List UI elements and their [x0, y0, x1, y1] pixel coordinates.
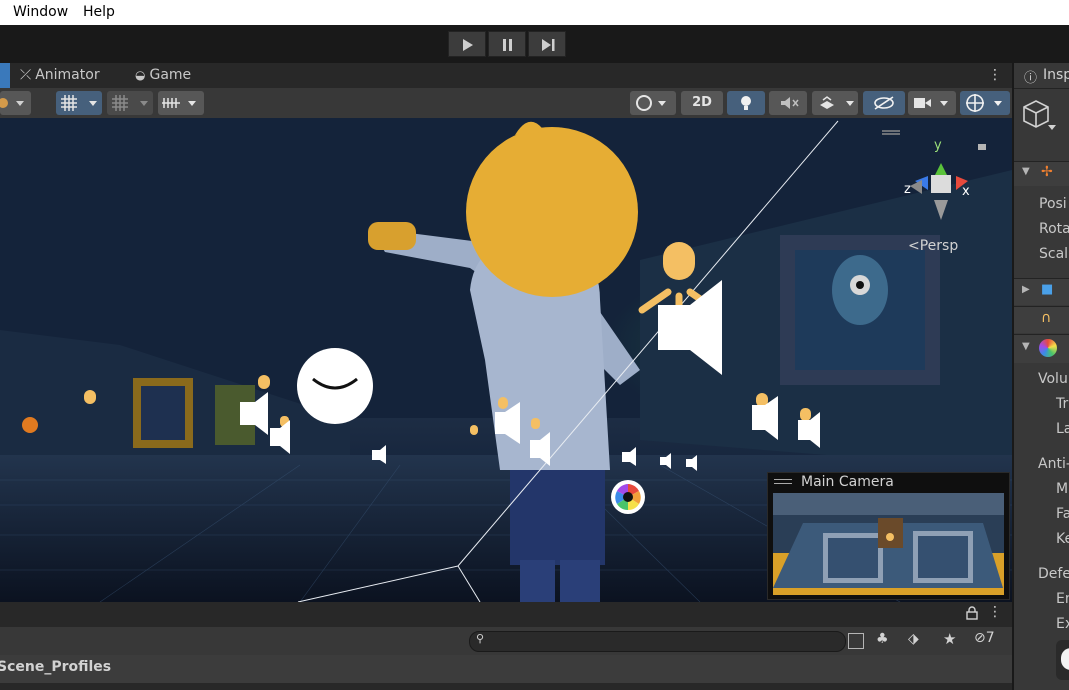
more-menu-icon[interactable]: ⋮: [988, 65, 1002, 85]
draw-mode-dropdown[interactable]: [0, 91, 31, 115]
chevron-down-icon: [0, 98, 24, 108]
headphones-icon: ∩: [1041, 310, 1052, 326]
open-window-icon[interactable]: [848, 633, 864, 649]
transform-position-label: Posi: [1039, 196, 1067, 212]
audio-listener-header[interactable]: ∩: [1014, 306, 1069, 333]
grid-snap-toggle[interactable]: [56, 91, 102, 115]
increment-snap-toggle[interactable]: [107, 91, 153, 115]
camera-preview-image: [773, 493, 1004, 595]
chevron-left-icon: <: [908, 238, 920, 254]
default-row-1: En: [1056, 591, 1069, 607]
2d-toggle[interactable]: 2D: [681, 91, 723, 115]
ruler-icon: [162, 98, 196, 108]
play-icon: [463, 39, 473, 51]
transform-axes-icon: ✢: [1041, 164, 1053, 180]
menu-help[interactable]: Help: [83, 4, 115, 20]
video-camera-icon: ■: [1041, 282, 1054, 297]
tag-icon[interactable]: ⬗: [908, 631, 919, 647]
layers-icon: [820, 96, 854, 109]
hierarchy-panel: ⋮ ⚲ ♣ ⬗ ★ ⊘7 Scene_Profiles: [0, 602, 1012, 690]
foldout-down-icon: ▼: [1022, 166, 1030, 177]
lighting-toggle[interactable]: [727, 91, 765, 115]
search-icon: ⚲: [476, 632, 485, 645]
eye-slash-icon: ⊘: [974, 630, 986, 646]
animator-icon: ⤫: [20, 67, 32, 83]
tab-inspector[interactable]: ⓘ Insp: [1014, 63, 1069, 89]
default-row-2: Ex: [1056, 616, 1069, 632]
scene-profiles-label: Scene_Profiles: [0, 659, 112, 675]
gizmo-z-label: z: [904, 182, 911, 197]
video-camera-icon: [914, 98, 948, 108]
audio-toggle[interactable]: [769, 91, 807, 115]
camera-settings-dropdown[interactable]: [908, 91, 956, 115]
tab-inspector-label: Insp: [1043, 67, 1069, 83]
inspector-panel: ⓘ Insp ▼ ✢ Posi Rota Scal ▶ ■ ∩ ▼ Volu T…: [1012, 63, 1069, 690]
menu-window[interactable]: Window: [13, 4, 68, 20]
antialiasing-row-1: M: [1056, 481, 1069, 497]
drag-handle-icon[interactable]: [774, 476, 792, 486]
effects-dropdown[interactable]: [812, 91, 858, 115]
gizmo-x-label: x: [962, 184, 970, 199]
antialiasing-row-3: Ke: [1056, 531, 1069, 547]
tab-animator-label: Animator: [35, 67, 100, 83]
scene-view[interactable]: y x z <Persp Main Camera: [0, 118, 1012, 602]
camera-preview: Main Camera: [767, 472, 1010, 600]
tab-game-label: Game: [149, 67, 192, 83]
tab-animator[interactable]: ⤫ Animator: [20, 63, 100, 88]
gizmos-dropdown[interactable]: [960, 91, 1010, 115]
shading-mode-dropdown[interactable]: [630, 91, 676, 115]
lock-icon[interactable]: [966, 606, 978, 620]
volume-row-1: Tr: [1056, 396, 1069, 412]
transform-rotation-label: Rota: [1039, 221, 1069, 237]
projection-toggle[interactable]: <Persp: [908, 238, 958, 254]
gizmo-icon: [966, 94, 1002, 112]
foldout-down-icon: ▼: [1022, 341, 1030, 352]
transform-header[interactable]: ▼ ✢: [1014, 161, 1069, 186]
sphere-icon: [636, 95, 666, 111]
cube-icon: [1023, 100, 1056, 130]
pause-icon: [503, 39, 512, 51]
ruler-toggle[interactable]: [158, 91, 204, 115]
step-icon: [542, 39, 555, 51]
panel-menu-icon[interactable]: ⋮: [988, 604, 1002, 620]
foldout-right-icon: ▶: [1022, 284, 1030, 295]
speaker-muted-icon: [781, 97, 799, 109]
camera-preview-title: Main Camera: [801, 474, 894, 490]
section-default-label: Defe: [1038, 566, 1069, 582]
eye-slash-icon: [874, 96, 894, 110]
camera-component-header[interactable]: ▶ ■: [1014, 278, 1069, 305]
preview-thumbnail[interactable]: [1056, 640, 1069, 680]
lightbulb-icon: [741, 96, 751, 110]
hidden-objects-toggle[interactable]: ⊘7: [974, 630, 995, 646]
grid-icon: [61, 95, 97, 111]
gamepad-icon: ◒: [135, 68, 146, 82]
volume-component-header[interactable]: ▼: [1014, 334, 1069, 363]
volume-row-2: La: [1056, 421, 1069, 437]
transform-scale-label: Scal: [1039, 246, 1069, 262]
pause-button[interactable]: [488, 31, 526, 57]
panel-tab-strip: [0, 602, 1012, 627]
section-antialiasing-label: Anti-: [1038, 456, 1069, 472]
gizmo-y-label: y: [934, 138, 942, 153]
section-volume-label: Volu: [1038, 371, 1068, 387]
filter-type-icon[interactable]: ♣: [876, 631, 889, 647]
antialiasing-row-2: Fa: [1056, 506, 1069, 522]
scene-profiles-row[interactable]: Scene_Profiles: [0, 655, 1012, 683]
play-button[interactable]: [448, 31, 486, 57]
scene-visibility-toggle[interactable]: [863, 91, 905, 115]
menu-bar: Window Help: [0, 0, 1069, 25]
search-input[interactable]: ⚲: [469, 631, 846, 652]
star-icon[interactable]: ★: [943, 630, 956, 648]
hidden-count: 7: [985, 630, 995, 646]
tab-game[interactable]: ◒ Game: [135, 63, 191, 88]
projection-label: Persp: [919, 238, 959, 254]
scene-tab-active-marker: [0, 63, 10, 88]
info-icon: ⓘ: [1024, 71, 1038, 86]
snap-icon: [112, 95, 148, 111]
color-wheel-icon: [1039, 339, 1057, 357]
step-button[interactable]: [528, 31, 566, 57]
